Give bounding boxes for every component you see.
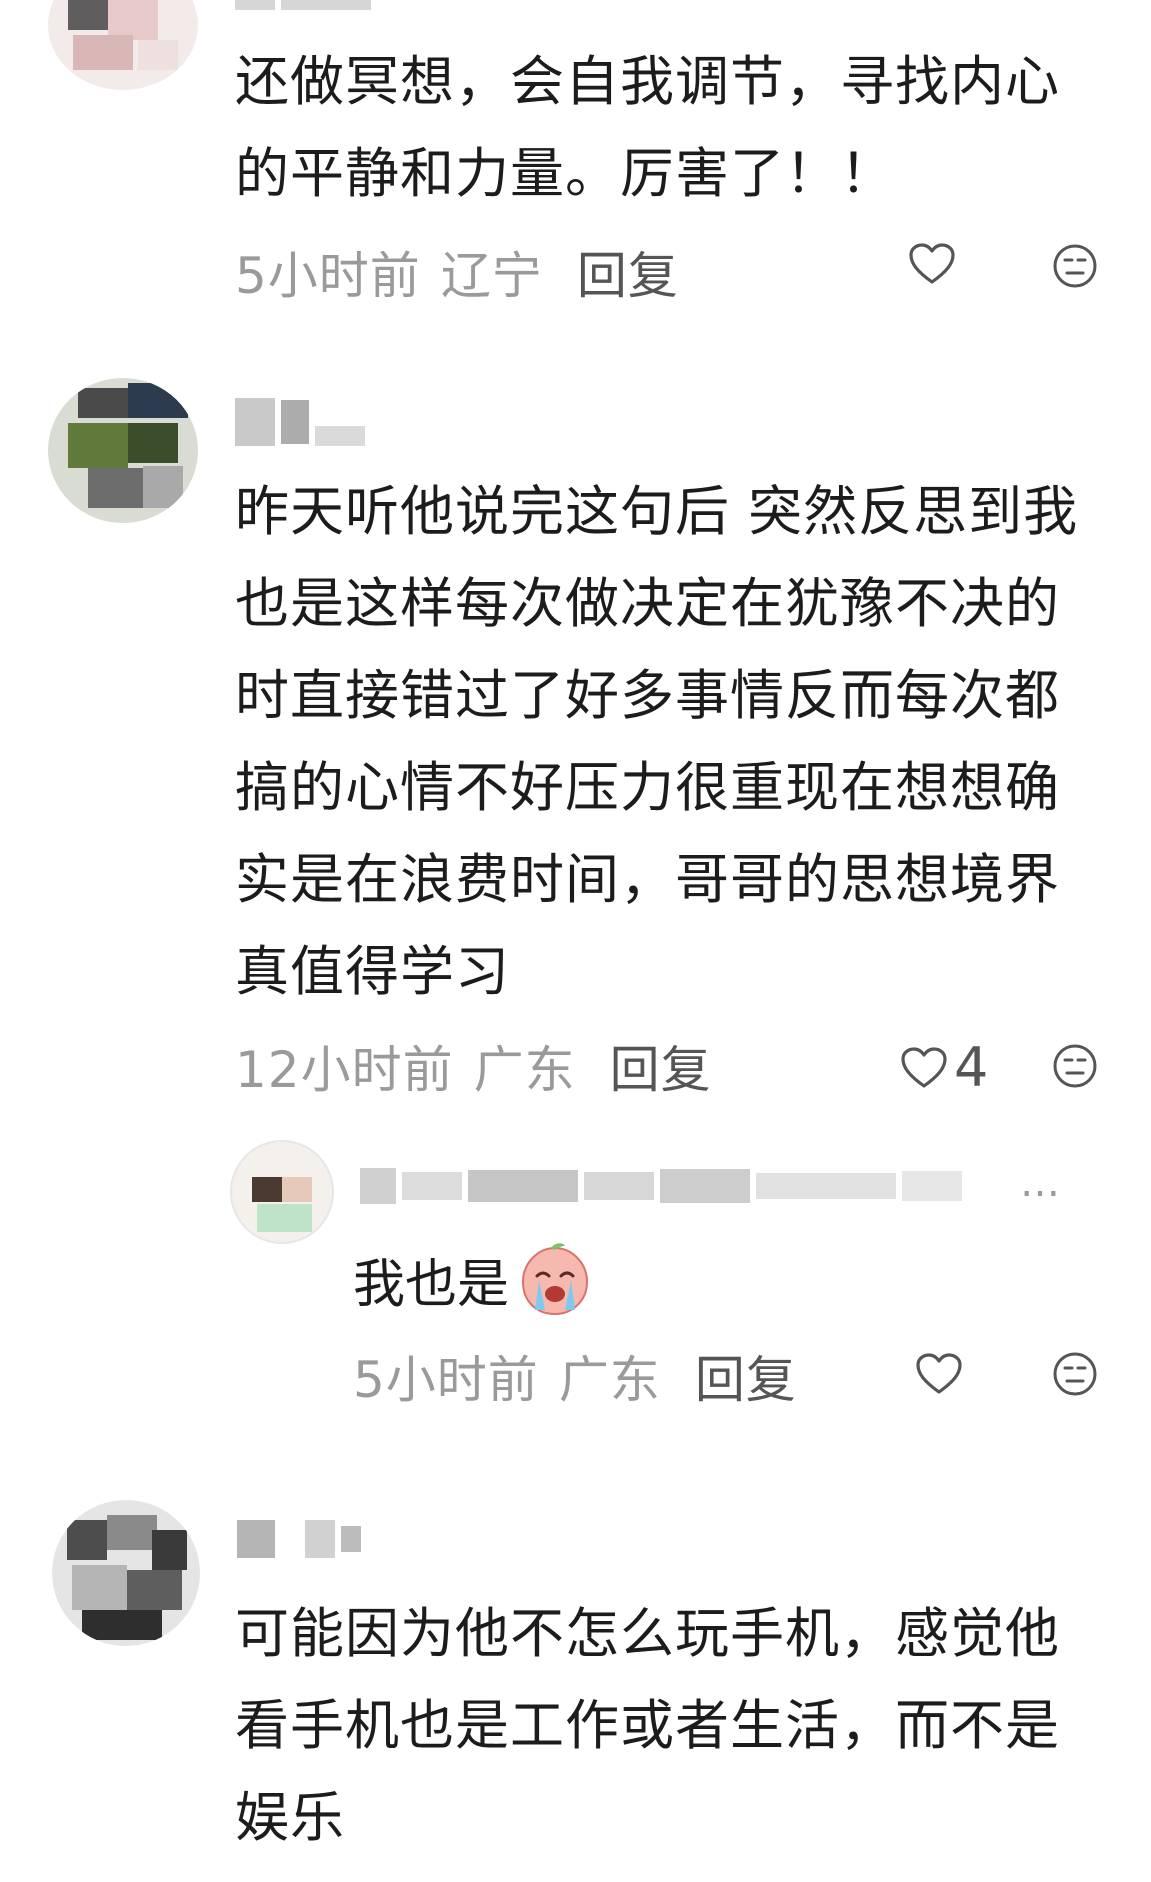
reply-username-blurred[interactable] — [360, 1168, 1030, 1204]
avatar[interactable] — [48, 378, 198, 523]
reply-meta: 5小时前 广东 回复 — [353, 1340, 797, 1412]
reply-name-ellipsis: … — [1020, 1160, 1060, 1206]
like-button[interactable] — [908, 242, 962, 286]
comment-location: 广东 — [473, 1041, 576, 1099]
comment-time: 12小时前 — [235, 1041, 454, 1099]
reply-location: 广东 — [558, 1351, 661, 1409]
heart-outline-icon — [909, 243, 955, 284]
avatar[interactable] — [52, 1500, 200, 1646]
comment-meta: 5小时前 辽宁 回复 — [235, 236, 679, 308]
reply-avatar[interactable] — [230, 1140, 334, 1244]
meh-face-icon[interactable] — [1051, 242, 1099, 290]
comment-location: 辽宁 — [440, 247, 543, 305]
username-blurred[interactable] — [235, 0, 371, 10]
reply-button[interactable]: 回复 — [610, 1030, 712, 1102]
reply-text-row: 我也是 — [353, 1240, 595, 1318]
reply-button[interactable]: 回复 — [695, 1340, 797, 1412]
like-count: 4 — [954, 1036, 989, 1099]
reply-time: 5小时前 — [353, 1351, 539, 1409]
reply-button[interactable]: 回复 — [577, 236, 679, 308]
username-blurred[interactable] — [235, 398, 365, 446]
username-blurred[interactable] — [237, 1520, 361, 1558]
comment-text: 可能因为他不怎么玩手机，感觉他 看手机也是工作或者生活，而不是 娱乐 — [235, 1602, 1060, 1849]
avatar[interactable] — [48, 0, 198, 90]
comment-text: 昨天听他说完这句后 突然反思到我 也是这样每次做决定在犹豫不决的 时直接错过了好… — [235, 480, 1079, 1003]
comment-time: 5小时前 — [235, 247, 421, 305]
meh-face-icon[interactable] — [1051, 1350, 1099, 1398]
crying-peach-emoji — [522, 1243, 589, 1316]
meh-face-icon[interactable] — [1051, 1042, 1099, 1090]
like-button[interactable]: 4 — [900, 1036, 988, 1099]
heart-outline-icon[interactable] — [915, 1352, 963, 1396]
reply-text: 我也是 — [353, 1254, 510, 1315]
heart-outline-icon — [901, 1046, 947, 1088]
comment-text: 还做冥想，会自我调节，寻找内心 的平静和力量。厉害了！！ — [235, 50, 1060, 205]
comment-meta: 12小时前 广东 回复 — [235, 1030, 712, 1102]
